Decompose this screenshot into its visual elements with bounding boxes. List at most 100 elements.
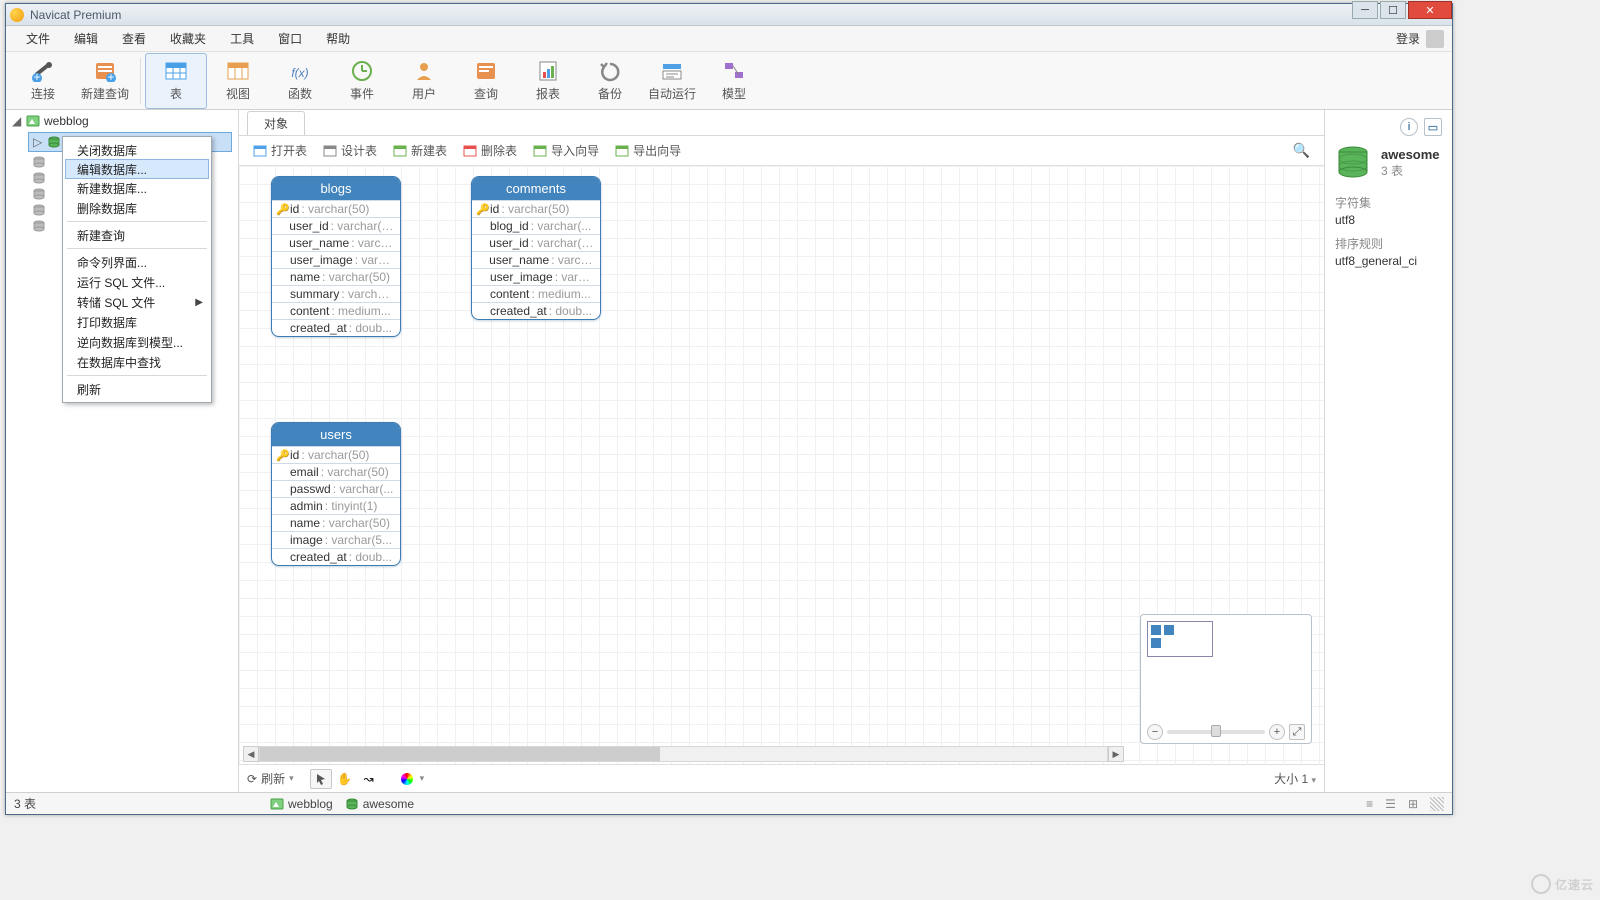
menu-文件[interactable]: 文件	[14, 26, 62, 51]
context-menu-item[interactable]: 新建查询	[63, 225, 211, 245]
entity-column[interactable]: user_id: varchar(5...	[472, 234, 600, 251]
subtool-open[interactable]: 打开表	[247, 140, 313, 161]
tab-objects[interactable]: 对象	[247, 111, 305, 135]
entity-comments[interactable]: comments🔑id: varchar(50)blog_id: varchar…	[471, 176, 601, 320]
database-icon[interactable]	[32, 172, 46, 184]
context-menu-item[interactable]: 命令列界面...	[63, 252, 211, 272]
entity-column[interactable]: passwd: varchar(...	[272, 480, 400, 497]
horizontal-scrollbar[interactable]: ◀ ▶	[243, 746, 1124, 762]
search-icon[interactable]: 🔍	[1293, 142, 1316, 159]
subtool-import[interactable]: 导入向导	[527, 140, 605, 161]
context-menu-item[interactable]: 打印数据库	[63, 312, 211, 332]
window-close-button[interactable]: ✕	[1408, 1, 1452, 19]
menu-工具[interactable]: 工具	[218, 26, 266, 51]
entity-column[interactable]: admin: tinyint(1)	[272, 497, 400, 514]
entity-column[interactable]: blog_id: varchar(...	[472, 217, 600, 234]
menu-编辑[interactable]: 编辑	[62, 26, 110, 51]
context-menu-item[interactable]: 在数据库中查找	[63, 352, 211, 372]
window-maximize-button[interactable]: ☐	[1380, 1, 1406, 19]
entity-column[interactable]: 🔑id: varchar(50)	[472, 200, 600, 217]
entity-column[interactable]: summary: varcha...	[272, 285, 400, 302]
menu-帮助[interactable]: 帮助	[314, 26, 362, 51]
entity-column[interactable]: name: varchar(50)	[272, 268, 400, 285]
zoom-slider[interactable]: − + ⤢	[1147, 724, 1305, 740]
tool-func[interactable]: f(x)函数	[269, 53, 331, 109]
tool-event[interactable]: 事件	[331, 53, 393, 109]
entity-column[interactable]: 🔑id: varchar(50)	[272, 446, 400, 463]
tool-report[interactable]: 报表	[517, 53, 579, 109]
zoom-track[interactable]	[1167, 730, 1265, 734]
tool-query2[interactable]: 查询	[455, 53, 517, 109]
tool-conn[interactable]: +连接	[12, 53, 74, 109]
zoom-in-button[interactable]: +	[1269, 724, 1285, 740]
entity-blogs[interactable]: blogs🔑id: varchar(50)user_id: varchar(5.…	[271, 176, 401, 337]
view-detail-icon[interactable]: ☰	[1385, 797, 1396, 811]
tool-auto[interactable]: 自动运行	[641, 53, 703, 109]
menu-收藏夹[interactable]: 收藏夹	[158, 26, 218, 51]
entity-column[interactable]: content: medium...	[472, 285, 600, 302]
view-er-icon[interactable]: ⊞	[1408, 797, 1418, 811]
subtool-design[interactable]: 设计表	[317, 140, 383, 161]
minimap-viewport[interactable]	[1147, 621, 1213, 657]
tool-backup[interactable]: 备份	[579, 53, 641, 109]
entity-header[interactable]: blogs	[272, 177, 400, 200]
diagram-canvas[interactable]: blogs🔑id: varchar(50)user_id: varchar(5.…	[239, 166, 1324, 764]
tool-table[interactable]: 表	[145, 53, 207, 109]
info-icon[interactable]: i	[1400, 118, 1418, 136]
tool-user[interactable]: 用户	[393, 53, 455, 109]
entity-column[interactable]: content: medium...	[272, 302, 400, 319]
dropdown-icon[interactable]: ▾	[289, 773, 294, 784]
entity-column[interactable]: name: varchar(50)	[272, 514, 400, 531]
view-list-icon[interactable]: ≡	[1366, 797, 1373, 811]
entity-column[interactable]: user_name: varch...	[272, 234, 400, 251]
hand-tool-button[interactable]: ✋	[334, 769, 356, 789]
scroll-left-button[interactable]: ◀	[243, 746, 259, 762]
zoom-out-button[interactable]: −	[1147, 724, 1163, 740]
login-link[interactable]: 登录	[1396, 30, 1420, 47]
color-tool-button[interactable]	[396, 769, 418, 789]
relation-tool-button[interactable]: ↝	[358, 769, 380, 789]
database-icon[interactable]	[32, 204, 46, 216]
tree-connection-node[interactable]: ◢ webblog	[6, 110, 238, 132]
minimap-navigator[interactable]: − + ⤢	[1140, 614, 1312, 744]
database-icon[interactable]	[32, 156, 46, 168]
entity-column[interactable]: user_id: varchar(5...	[272, 217, 400, 234]
entity-column[interactable]: user_image: varc...	[272, 251, 400, 268]
expand-icon[interactable]: ▷	[33, 135, 43, 149]
tool-view[interactable]: 视图	[207, 53, 269, 109]
entity-column[interactable]: 🔑id: varchar(50)	[272, 200, 400, 217]
expand-icon[interactable]: ◢	[12, 114, 22, 128]
pointer-tool-button[interactable]	[310, 769, 332, 789]
database-icon[interactable]	[32, 188, 46, 200]
scroll-right-button[interactable]: ▶	[1108, 746, 1124, 762]
entity-column[interactable]: created_at: doub...	[272, 319, 400, 336]
context-menu-item[interactable]: 转储 SQL 文件▶	[63, 292, 211, 312]
entity-column[interactable]: email: varchar(50)	[272, 463, 400, 480]
zoom-fit-button[interactable]: ⤢	[1289, 724, 1305, 740]
tool-query[interactable]: +新建查询	[74, 53, 136, 109]
entity-column[interactable]: created_at: doub...	[472, 302, 600, 319]
context-menu-item[interactable]: 新建数据库...	[63, 178, 211, 198]
entity-column[interactable]: created_at: doub...	[272, 548, 400, 565]
refresh-button[interactable]: ⟳ 刷新 ▾	[247, 770, 294, 787]
window-minimize-button[interactable]: ─	[1352, 1, 1378, 19]
subtool-del[interactable]: 删除表	[457, 140, 523, 161]
tool-model[interactable]: 模型	[703, 53, 765, 109]
entity-column[interactable]: user_name: varch...	[472, 251, 600, 268]
ddl-icon[interactable]: ▭	[1424, 118, 1442, 136]
context-menu-item[interactable]: 删除数据库	[63, 198, 211, 218]
entity-column[interactable]: image: varchar(5...	[272, 531, 400, 548]
context-menu-item[interactable]: 运行 SQL 文件...	[63, 272, 211, 292]
zoom-thumb[interactable]	[1211, 725, 1221, 737]
subtool-export[interactable]: 导出向导	[609, 140, 687, 161]
scroll-thumb[interactable]	[260, 747, 660, 761]
subtool-new[interactable]: 新建表	[387, 140, 453, 161]
dropdown-icon[interactable]: ▾	[420, 773, 425, 784]
context-menu-item[interactable]: 编辑数据库...	[65, 159, 209, 179]
context-menu-item[interactable]: 逆向数据库到模型...	[63, 332, 211, 352]
entity-header[interactable]: users	[272, 423, 400, 446]
entity-users[interactable]: users🔑id: varchar(50)email: varchar(50)p…	[271, 422, 401, 566]
context-menu-item[interactable]: 刷新	[63, 379, 211, 399]
database-icon[interactable]	[32, 220, 46, 232]
context-menu-item[interactable]: 关闭数据库	[63, 140, 211, 160]
